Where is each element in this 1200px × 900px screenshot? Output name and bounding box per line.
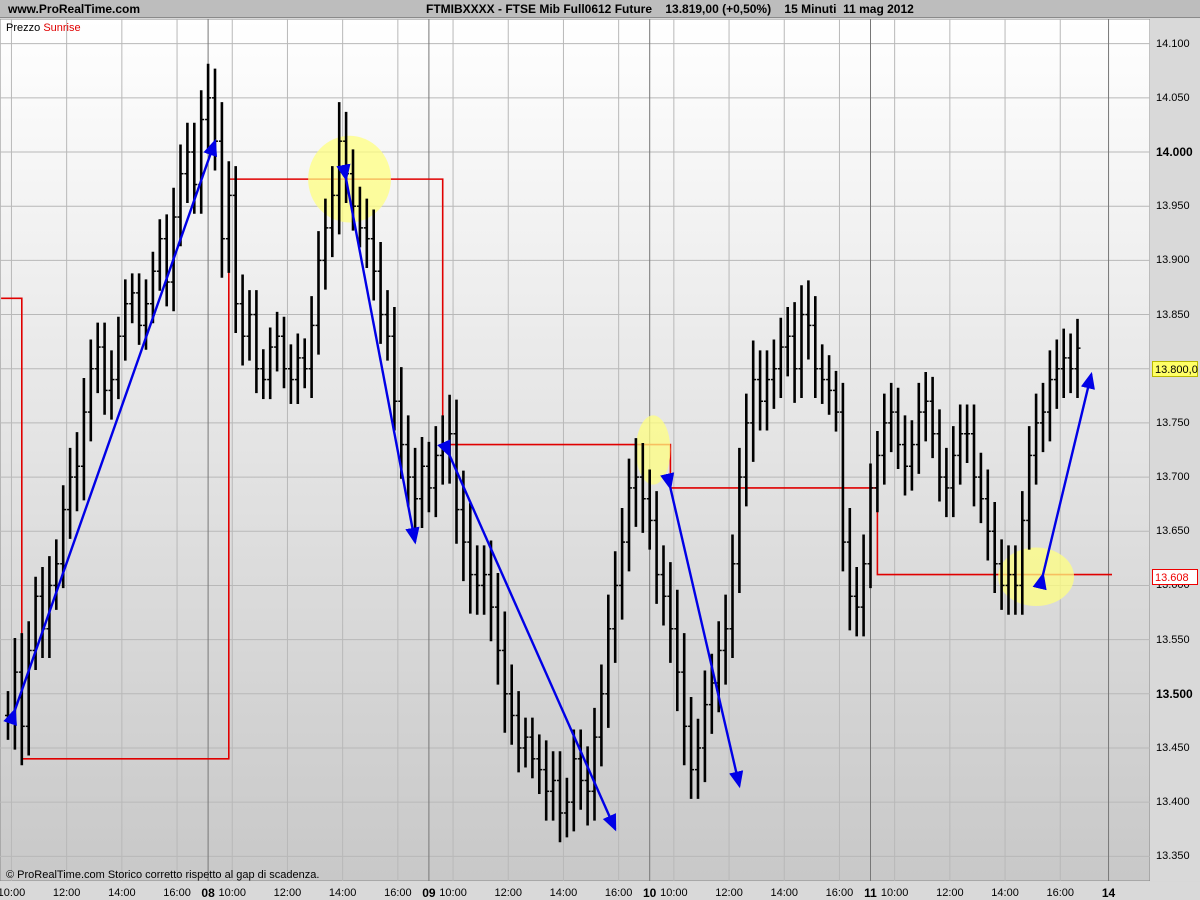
x-time-label: 14:00 <box>108 887 136 899</box>
x-time-label: 12:00 <box>52 887 81 899</box>
copyright-footnote: © ProRealTime.com Storico corretto rispe… <box>6 869 320 881</box>
y-tick-label: 13.350 <box>1156 850 1190 863</box>
y-tick-label: 14.000 <box>1156 145 1193 160</box>
x-day-label: 11 <box>864 886 877 900</box>
legend: Prezzo Sunrise <box>6 22 81 34</box>
x-time-label: 12:00 <box>715 887 743 899</box>
y-tick-label: 13.950 <box>1156 200 1190 213</box>
legend-sunrise: Sunrise <box>43 22 81 34</box>
y-tick-label: 13.550 <box>1156 633 1190 646</box>
x-time-label: 10:00 <box>218 887 247 899</box>
highlight-circle <box>308 135 391 223</box>
x-day-label: 10 <box>643 886 657 900</box>
x-time-label: 10:00 <box>439 887 467 899</box>
x-day-label: 14 <box>1101 886 1116 900</box>
x-day-label: 08 <box>201 886 215 900</box>
sunrise-level-badge: 13.608 <box>1152 568 1198 585</box>
y-tick-label: 13.700 <box>1156 471 1190 484</box>
y-tick-label: 13.500 <box>1156 686 1193 701</box>
x-time-label: 14:00 <box>991 887 1019 899</box>
x-time-label: 10:00 <box>660 887 688 899</box>
site-name[interactable]: www.ProRealTime.com <box>8 2 140 16</box>
x-time-label: 14:00 <box>549 887 578 899</box>
instrument-title: FTMIBXXXX - FTSE Mib Full0612 Future 13.… <box>426 2 914 16</box>
y-tick-label: 14.050 <box>1156 91 1190 104</box>
y-tick-label: 13.850 <box>1156 308 1190 321</box>
x-time-label: 12:00 <box>494 887 523 899</box>
x-day-label: 09 <box>422 886 436 900</box>
x-time-label: 16:00 <box>604 887 633 899</box>
x-time-label: 14:00 <box>328 887 357 899</box>
legend-price: Prezzo <box>6 22 41 34</box>
y-tick-label: 13.750 <box>1156 416 1190 429</box>
y-tick-label: 14.100 <box>1156 37 1190 50</box>
x-time-label: 16:00 <box>1046 887 1075 899</box>
x-time-label: 14:00 <box>770 887 799 899</box>
x-time-label: 16:00 <box>825 887 854 899</box>
x-time-label: 16:00 <box>163 887 191 899</box>
price-chart[interactable] <box>0 19 1150 881</box>
y-tick-label: 13.650 <box>1156 525 1190 538</box>
title-bar: www.ProRealTime.com FTMIBXXXX - FTSE Mib… <box>0 0 1200 18</box>
y-tick-label: 13.450 <box>1156 741 1190 754</box>
highlight-circle <box>635 415 671 485</box>
x-time-label: 10:00 <box>880 887 909 899</box>
last-price-badge: 13.800,0 <box>1152 360 1198 377</box>
x-time-label: 12:00 <box>273 887 302 899</box>
x-time-label: 16:00 <box>384 887 412 899</box>
x-time-label: 10:00 <box>0 887 26 899</box>
y-tick-label: 13.900 <box>1156 254 1190 267</box>
y-tick-label: 13.400 <box>1156 796 1190 809</box>
x-time-label: 12:00 <box>936 887 964 899</box>
